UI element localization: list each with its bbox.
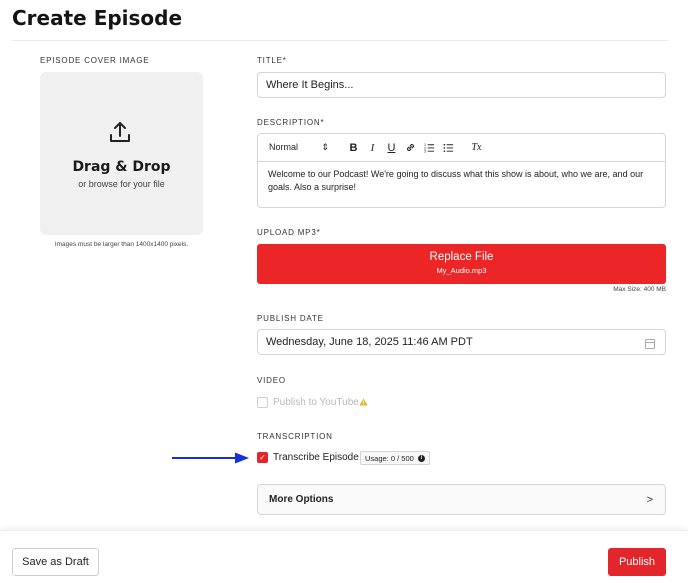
select-arrows-icon: ⇕ [321, 142, 329, 152]
bullet-list-icon[interactable] [439, 142, 458, 153]
replace-file-label: Replace File [429, 251, 494, 263]
description-label: DESCRIPTION* [257, 118, 325, 127]
bold-icon[interactable]: B [344, 142, 363, 154]
publish-date-value: Wednesday, June 18, 2025 11:46 AM PDT [266, 336, 473, 348]
cover-image-note: Images must be larger than 1400x1400 pix… [54, 241, 189, 248]
format-select-value: Normal [269, 142, 299, 152]
italic-icon[interactable]: I [363, 142, 382, 154]
link-icon[interactable] [401, 142, 420, 153]
publish-button[interactable]: Publish [608, 548, 666, 576]
title-input-value: Where It Begins... [266, 79, 354, 91]
ordered-list-icon[interactable]: 123 [420, 142, 439, 153]
page-title: Create Episode [12, 6, 183, 30]
publish-to-youtube-checkbox[interactable] [257, 397, 268, 408]
title-input[interactable]: Where It Begins... [257, 72, 666, 98]
more-options-toggle[interactable]: More Options > [257, 484, 666, 515]
cover-image-label: EPISODE COVER IMAGE [40, 56, 150, 65]
footer-bar: Save as Draft Publish [0, 530, 688, 583]
upload-icon [110, 122, 130, 142]
description-text[interactable]: Welcome to our Podcast! We're going to d… [258, 162, 665, 199]
transcription-label: TRANSCRIPTION [257, 432, 333, 441]
dropzone-browse-link[interactable]: or browse for your file [40, 179, 203, 189]
usage-text: Usage: 0 / 500 [365, 453, 414, 463]
uploaded-file-name: My_Audio.mp3 [436, 266, 487, 275]
clear-format-icon[interactable]: Tx [467, 142, 486, 153]
editor-toolbar: Normal ⇕ B I U 123 Tx [258, 134, 665, 162]
warning-icon [359, 398, 368, 406]
dropzone-title: Drag & Drop [72, 159, 171, 175]
cover-image-dropzone[interactable] [40, 72, 203, 235]
checkmark-icon: ✓ [259, 453, 266, 462]
transcribe-episode-label: Transcribe Episode [273, 452, 359, 463]
svg-text:3: 3 [424, 150, 426, 153]
publish-date-label: PUBLISH DATE [257, 314, 324, 323]
annotation-arrow-icon [172, 452, 249, 464]
publish-to-youtube-label: Publish to YouTube [273, 397, 359, 408]
chevron-right-icon: > [646, 493, 653, 506]
save-as-draft-button[interactable]: Save as Draft [12, 548, 99, 576]
max-size-note: Max Size: 400 MB [613, 286, 666, 293]
replace-file-button[interactable]: Replace File My_Audio.mp3 [257, 244, 666, 284]
underline-icon[interactable]: U [382, 142, 401, 154]
format-select[interactable]: Normal ⇕ [269, 142, 335, 153]
publish-date-input[interactable]: Wednesday, June 18, 2025 11:46 AM PDT [257, 329, 666, 355]
description-editor: Normal ⇕ B I U 123 Tx Welcome to our Pod… [257, 133, 666, 208]
title-label: TITLE* [257, 56, 287, 65]
more-options-label: More Options [269, 494, 334, 505]
usage-badge: Usage: 0 / 500 i [360, 451, 430, 465]
calendar-icon[interactable] [645, 339, 655, 349]
video-label: VIDEO [257, 376, 286, 385]
info-icon[interactable]: i [417, 454, 425, 462]
transcribe-episode-checkbox[interactable]: ✓ [257, 452, 268, 463]
title-divider [12, 40, 668, 41]
upload-mp3-label: UPLOAD MP3* [257, 228, 321, 237]
